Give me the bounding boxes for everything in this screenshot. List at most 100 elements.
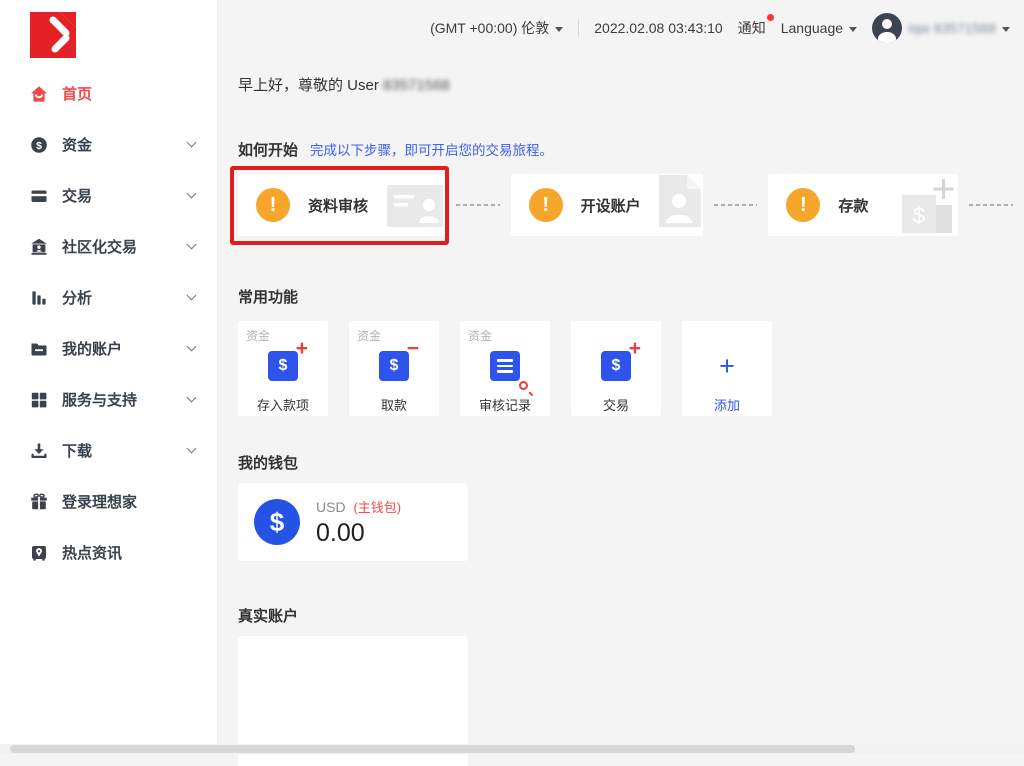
- brand-logo-icon: [30, 12, 76, 58]
- caret-down-icon: [849, 27, 857, 32]
- sidebar-item-label: 交易: [62, 185, 188, 206]
- caret-down-icon: [1002, 27, 1010, 32]
- quick-functions-row: 资金 $ + 存入款项 资金 $ − 取款 资金 审核记录: [238, 321, 1024, 416]
- svg-text:$: $: [36, 139, 42, 151]
- quick-card-label: 审核记录: [479, 395, 531, 414]
- top-header: (GMT +00:00) 伦敦 2022.02.08 03:43:10 通知 L…: [238, 0, 1024, 56]
- step-card-profile-review[interactable]: ! 资料审核: [238, 174, 445, 236]
- timezone-label: (GMT +00:00) 伦敦: [430, 18, 549, 38]
- home-icon: [30, 85, 48, 103]
- svg-text:$: $: [913, 203, 925, 228]
- gift-icon: [30, 493, 48, 511]
- step-label: 资料审核: [308, 195, 368, 216]
- horizontal-scrollbar-thumb[interactable]: [10, 745, 855, 753]
- id-card-illustration: [387, 185, 443, 232]
- services-icon: [30, 391, 48, 409]
- quick-card-label: 存入款项: [257, 395, 309, 414]
- sidebar-item-community-trade[interactable]: 社区化交易: [0, 221, 217, 272]
- magnifier-icon: [519, 381, 528, 390]
- sidebar-item-home[interactable]: 首页: [0, 68, 217, 119]
- wallet-main-tag: (主钱包): [353, 500, 401, 515]
- quick-card-category: 资金: [468, 327, 492, 344]
- chevron-down-icon: [187, 444, 197, 454]
- add-icon: +: [719, 349, 735, 383]
- sidebar-item-label: 服务与支持: [62, 389, 188, 410]
- timezone-dropdown[interactable]: (GMT +00:00) 伦敦: [430, 18, 563, 38]
- quick-card-deposit[interactable]: 资金 $ + 存入款项: [238, 321, 328, 416]
- quick-card-withdraw[interactable]: 资金 $ − 取款: [349, 321, 439, 416]
- sidebar-item-funds[interactable]: $ 资金: [0, 119, 217, 170]
- deposit-icon: $ +: [268, 349, 298, 383]
- step-label: 存款: [838, 195, 868, 216]
- datetime-label: 2022.02.08 03:43:10: [594, 20, 722, 36]
- live-accounts-title: 真实账户: [238, 605, 1024, 626]
- my-account-icon: [30, 340, 48, 358]
- greeting-text: 早上好，尊敬的 User: [238, 77, 379, 94]
- sidebar-item-trade[interactable]: 交易: [0, 170, 217, 221]
- sidebar-item-label: 资金: [62, 134, 188, 155]
- trade-plus-icon: $ +: [601, 349, 631, 383]
- sidebar-item-download[interactable]: 下载: [0, 425, 217, 476]
- step-card-open-account[interactable]: ! 开设账户: [511, 174, 703, 236]
- quick-functions-title: 常用功能: [238, 286, 1024, 307]
- avatar: [872, 13, 902, 43]
- person-document-illustration: [659, 175, 701, 232]
- sidebar-item-hot-news[interactable]: 热点资讯: [0, 527, 217, 578]
- sidebar-item-analysis[interactable]: 分析: [0, 272, 217, 323]
- sidebar-item-label: 社区化交易: [62, 236, 188, 257]
- chevron-down-icon: [187, 393, 197, 403]
- quick-card-trade[interactable]: $ + 交易: [571, 321, 661, 416]
- step-connector-dashed: [714, 204, 758, 206]
- plus-mark-icon: +: [296, 338, 308, 359]
- sidebar-item-label: 我的账户: [62, 338, 188, 359]
- onboarding-subtitle-link[interactable]: 完成以下步骤，即可开启您的交易旅程。: [310, 139, 553, 159]
- quick-card-label: 交易: [603, 395, 629, 414]
- chevron-down-icon: [187, 240, 197, 250]
- notifications-label: 通知: [738, 18, 766, 38]
- quick-card-audit-records[interactable]: 资金 审核记录: [460, 321, 550, 416]
- sidebar-item-label: 登录理想家: [62, 491, 195, 512]
- analysis-icon: [30, 289, 48, 307]
- chevron-down-icon: [187, 138, 197, 148]
- notifications-button[interactable]: 通知: [738, 18, 766, 38]
- plus-mark-icon: +: [629, 338, 641, 359]
- chevron-down-icon: [187, 189, 197, 199]
- quick-card-category: 资金: [246, 327, 270, 344]
- audit-records-icon: [490, 349, 520, 383]
- wallet-card[interactable]: $ USD (主钱包) 0.00: [238, 483, 468, 561]
- quick-card-label: 添加: [714, 395, 740, 414]
- sidebar-item-services[interactable]: 服务与支持: [0, 374, 217, 425]
- sidebar-item-my-account[interactable]: 我的账户: [0, 323, 217, 374]
- header-divider: [578, 20, 579, 36]
- sidebar-menu: 首页 $ 资金 交易 社区化交易 分析: [0, 68, 217, 578]
- exclamation-icon: !: [529, 188, 563, 222]
- hot-news-icon: [30, 544, 48, 562]
- download-icon: [30, 442, 48, 460]
- user-menu[interactable]: Iqw 83571568: [872, 13, 1010, 43]
- funds-icon: $: [30, 136, 48, 154]
- user-name-blurred: Iqw 83571568: [908, 20, 996, 36]
- language-label: Language: [781, 20, 843, 36]
- withdraw-icon: $ −: [379, 349, 409, 383]
- quick-card-label: 取款: [381, 395, 407, 414]
- horizontal-scrollbar-track: [0, 744, 1024, 754]
- step-connector-dashed: [969, 204, 1013, 206]
- sidebar-item-label: 下载: [62, 440, 188, 461]
- onboarding-title: 如何开始: [238, 139, 298, 160]
- step-connector-dashed: [456, 204, 500, 206]
- dollar-plus-illustration: $: [902, 175, 956, 232]
- quick-card-add[interactable]: + 添加: [682, 321, 772, 416]
- sidebar-item-label: 首页: [62, 83, 195, 104]
- language-dropdown[interactable]: Language: [781, 20, 857, 36]
- exclamation-icon: !: [786, 188, 820, 222]
- usd-wallet-icon: $: [254, 499, 300, 545]
- chevron-down-icon: [187, 291, 197, 301]
- brand-logo[interactable]: [30, 12, 76, 58]
- greeting-user-id-blurred: 83571568: [383, 77, 450, 94]
- step-card-deposit[interactable]: ! 存款 $: [768, 174, 958, 236]
- wallet-section-title: 我的钱包: [238, 452, 1024, 473]
- quick-card-category: 资金: [357, 327, 381, 344]
- sidebar-item-login-lixiangjia[interactable]: 登录理想家: [0, 476, 217, 527]
- notification-badge-dot: [767, 14, 774, 21]
- exclamation-icon: !: [256, 188, 290, 222]
